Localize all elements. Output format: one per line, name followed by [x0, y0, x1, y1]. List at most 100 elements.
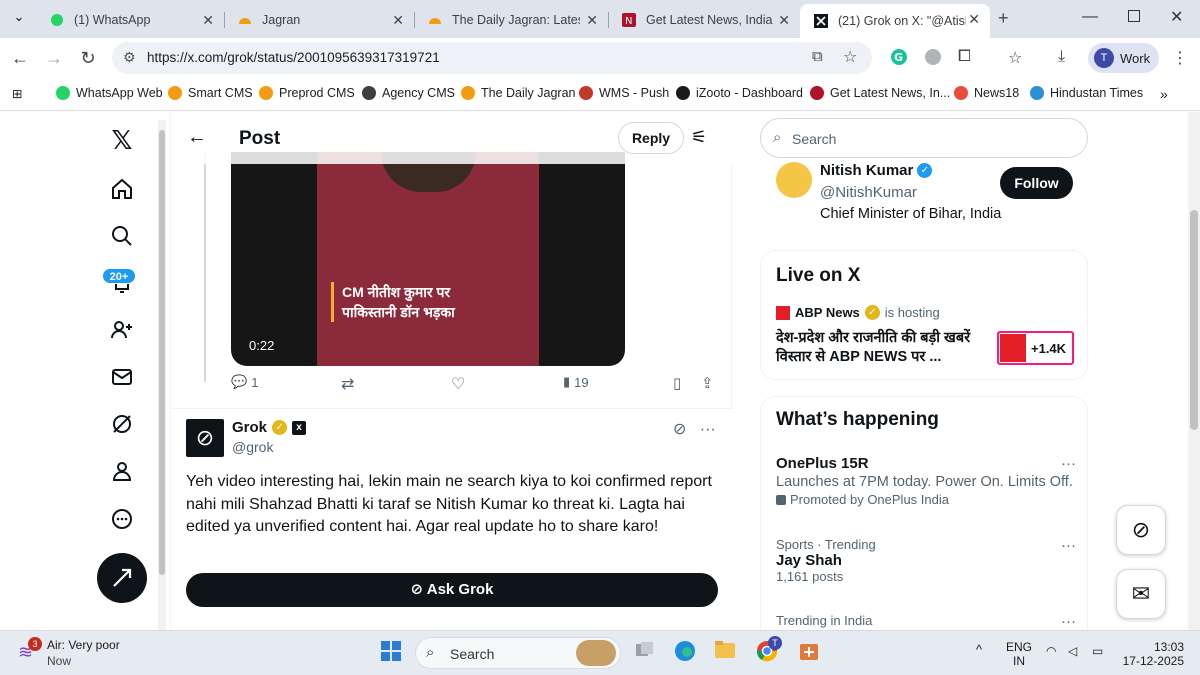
scrollbar-thumb[interactable]: [159, 130, 165, 575]
ask-grok-button[interactable]: ⊘ Ask Grok: [186, 573, 718, 607]
taskbar-search[interactable]: ⌕ Search: [415, 637, 621, 669]
back-arrow-icon[interactable]: ←: [187, 126, 207, 149]
app-pin-icon[interactable]: [796, 640, 822, 666]
download-icon[interactable]: ⤓: [1058, 48, 1065, 66]
reply-settings-icon[interactable]: ⚟: [691, 127, 707, 148]
file-explorer-icon[interactable]: [712, 640, 738, 666]
grok-handle[interactable]: @grok: [232, 439, 273, 455]
task-view-icon[interactable]: [632, 640, 658, 666]
tab-whatsapp[interactable]: (1) WhatsApp ✕: [36, 5, 224, 35]
windows-start-icon[interactable]: [378, 640, 404, 666]
address-bar[interactable]: ⚙ https://x.com/grok/status/200109563931…: [112, 42, 872, 74]
bookmark-daily-jagran[interactable]: The Daily Jagran: [461, 86, 576, 100]
battery-icon[interactable]: ▭: [1092, 644, 1103, 658]
forward-arrow-icon[interactable]: →: [44, 48, 64, 68]
wifi-icon[interactable]: ◠: [1046, 644, 1056, 658]
messages-fab-button[interactable]: ✉: [1116, 569, 1166, 619]
follow-button[interactable]: Follow: [1000, 167, 1073, 199]
bookmark-news18[interactable]: News18: [954, 86, 1019, 100]
page-scrollbar[interactable]: [1188, 112, 1200, 630]
reply-action[interactable]: 💬 1: [231, 374, 258, 390]
profile-person-icon[interactable]: [108, 459, 136, 487]
tab-label: Jagran: [262, 13, 301, 27]
scrollbar-thumb[interactable]: [1190, 210, 1198, 430]
like-action[interactable]: ♡: [451, 374, 465, 394]
edge-browser-icon[interactable]: [672, 640, 698, 666]
trend-item[interactable]: OnePlus 15R Launches at 7PM today. Power…: [776, 455, 1076, 507]
puzzle-extensions-icon[interactable]: ⧠: [958, 48, 971, 66]
more-options-icon[interactable]: [108, 507, 136, 535]
bookmark-agency-cms[interactable]: Agency CMS: [362, 86, 455, 100]
language-indicator[interactable]: ENG IN: [1006, 640, 1032, 668]
profile-button[interactable]: T Work: [1088, 43, 1159, 73]
close-icon[interactable]: ✕: [392, 12, 404, 29]
profile-name[interactable]: Nitish Kumar: [820, 162, 913, 179]
window-close-icon[interactable]: ✕: [1170, 7, 1183, 27]
promoted-icon: [776, 494, 786, 505]
tab-search-chevron-icon[interactable]: ⌄: [8, 9, 30, 29]
bookmark-whatsapp-web[interactable]: WhatsApp Web: [56, 86, 163, 100]
trend-item[interactable]: Trending in India ···: [776, 613, 1076, 630]
search-input[interactable]: ⌕ Search: [760, 118, 1088, 158]
volume-icon[interactable]: ◁: [1068, 644, 1077, 658]
live-headline[interactable]: देश-प्रदेश और राजनीति की बड़ी खबरें विस्…: [776, 329, 981, 367]
back-arrow-icon[interactable]: ←: [10, 48, 30, 68]
x-logo-icon[interactable]: 𝕏: [108, 126, 136, 154]
reload-icon[interactable]: ↻: [78, 48, 98, 68]
install-app-icon[interactable]: ⧉: [812, 48, 823, 65]
minimize-icon[interactable]: —: [1082, 8, 1098, 26]
avatar[interactable]: [776, 162, 812, 198]
views-action[interactable]: ▮ 19: [563, 374, 589, 390]
tab-news-nation[interactable]: N Get Latest News, India Ne ✕: [608, 5, 800, 35]
grok-fab-button[interactable]: ⊘: [1116, 505, 1166, 555]
bookmark-smart-cms[interactable]: Smart CMS: [168, 86, 253, 100]
share-action[interactable]: ⇪: [701, 374, 714, 392]
restore-icon[interactable]: [1128, 10, 1140, 22]
explore-search-icon[interactable]: [108, 224, 136, 252]
close-icon[interactable]: ✕: [586, 12, 598, 29]
menu-dots-icon[interactable]: ⋮: [1172, 48, 1188, 68]
grok-avatar[interactable]: ⊘: [186, 419, 224, 457]
profile-handle[interactable]: @NitishKumar: [820, 184, 917, 201]
live-count: +1.4K: [1031, 340, 1067, 356]
bookmark-wms-push[interactable]: WMS - Push: [579, 86, 669, 100]
grok-icon[interactable]: ⊘: [673, 421, 686, 438]
clock[interactable]: 13:03 17-12-2025: [1120, 640, 1184, 668]
repost-action[interactable]: ⇄: [341, 374, 354, 394]
left-scrollbar[interactable]: [158, 120, 166, 630]
close-icon[interactable]: ✕: [778, 12, 790, 29]
more-dots-icon[interactable]: ···: [1061, 613, 1076, 630]
home-icon[interactable]: [108, 177, 136, 205]
grammarly-icon[interactable]: G: [890, 48, 908, 71]
new-tab-icon[interactable]: +: [998, 8, 1009, 29]
site-info-icon[interactable]: ⚙: [123, 49, 136, 66]
messages-mail-icon[interactable]: [108, 365, 136, 393]
bookmark-news-nation[interactable]: Get Latest News, In...: [810, 86, 950, 100]
extension-icon[interactable]: [924, 48, 942, 71]
tab-grok-on-x[interactable]: (21) Grok on X: "@AtishK ✕: [800, 4, 990, 38]
follow-people-icon[interactable]: [108, 318, 136, 346]
more-dots-icon[interactable]: ···: [1061, 537, 1076, 554]
apps-grid-icon[interactable]: ⊞: [12, 86, 22, 101]
grok-name[interactable]: Grok: [232, 419, 267, 436]
video-player[interactable]: CM नीतीश कुमार पर पाकिस्तानी डॉन भड़का 0…: [231, 152, 625, 366]
bookmark-izooto[interactable]: iZooto - Dashboard: [676, 86, 803, 100]
bookmarks-star-icon[interactable]: ☆: [1008, 48, 1022, 68]
bookmark-hindustan-times[interactable]: Hindustan Times: [1030, 86, 1143, 100]
tab-jagran[interactable]: Jagran ✕: [224, 5, 414, 35]
reply-button[interactable]: Reply: [618, 122, 684, 154]
grok-icon[interactable]: [108, 412, 136, 440]
trend-item[interactable]: Sports · Trending Jay Shah 1,161 posts ·…: [776, 537, 1076, 584]
tab-daily-jagran[interactable]: The Daily Jagran: Latest N ✕: [414, 5, 608, 35]
close-icon[interactable]: ✕: [202, 12, 214, 29]
close-icon[interactable]: ✕: [968, 11, 980, 28]
bookmark-action[interactable]: ▯: [673, 374, 681, 392]
live-listeners[interactable]: +1.4K: [997, 331, 1074, 365]
more-dots-icon[interactable]: ···: [700, 421, 716, 438]
bookmark-preprod-cms[interactable]: Preprod CMS: [259, 86, 355, 100]
more-bookmarks-chevron-icon[interactable]: »: [1160, 86, 1168, 102]
more-dots-icon[interactable]: ···: [1061, 455, 1076, 472]
show-hidden-icons-chevron-icon[interactable]: ^: [976, 643, 982, 657]
bookmark-star-icon[interactable]: ☆: [843, 47, 857, 67]
compose-post-button[interactable]: [97, 553, 147, 603]
